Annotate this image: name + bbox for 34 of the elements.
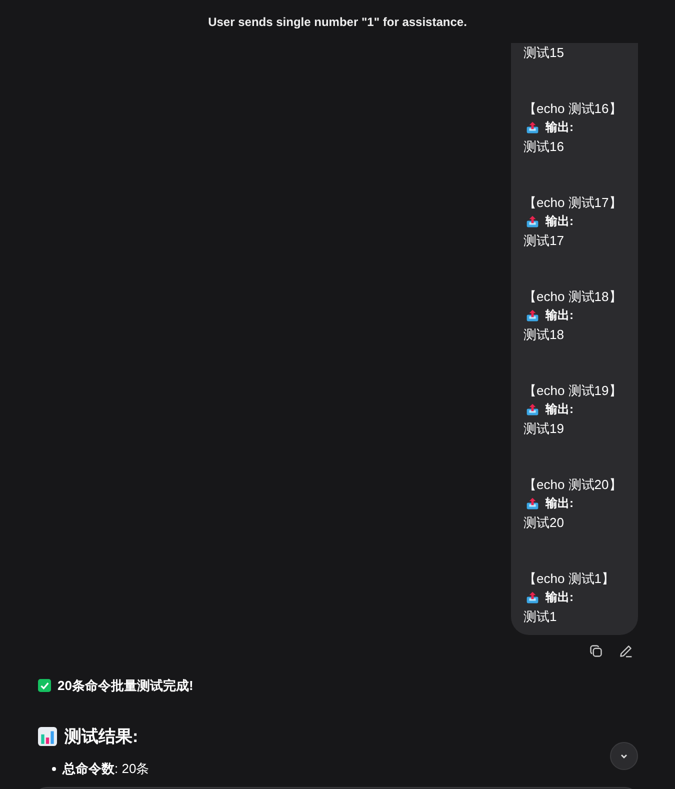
command-line: 【echo 测试17】 — [524, 194, 623, 212]
output-label: 输出: — [546, 589, 574, 606]
section-heading: 测试结果: — [64, 726, 138, 748]
output-label: 输出: — [546, 213, 574, 230]
outbox-tray-icon — [526, 215, 538, 228]
command-line: 【echo 测试19】 — [524, 382, 623, 400]
output-text: 测试15 — [524, 44, 565, 62]
output-text: 测试1 — [524, 608, 558, 626]
command-line: 【echo 测试16】 — [524, 100, 623, 118]
output-label: 输出: — [546, 495, 574, 512]
output-label: 输出: — [546, 119, 574, 136]
command-line: 【echo 测试18】 — [524, 288, 623, 306]
edit-icon[interactable] — [618, 644, 632, 658]
output-text: 测试17 — [524, 232, 565, 250]
outbox-tray-icon — [526, 497, 538, 510]
output-text: 测试20 — [524, 514, 565, 532]
outbox-tray-icon — [526, 121, 538, 134]
command-line: 【echo 测试1】 — [524, 570, 616, 588]
command-line: 【echo 测试20】 — [524, 476, 623, 494]
outbox-tray-icon — [526, 309, 538, 322]
check-icon — [38, 679, 50, 692]
outbox-tray-icon — [526, 591, 538, 604]
conversation-title: User sends single number "1" for assistance. — [208, 14, 467, 30]
bullet-icon — [52, 766, 56, 771]
output-label: 输出: — [546, 307, 574, 324]
output-label: 输出: — [546, 401, 574, 418]
output-text: 测试18 — [524, 326, 565, 344]
bar-chart-icon — [38, 726, 56, 746]
outbox-tray-icon — [526, 403, 538, 416]
output-text: 测试16 — [524, 138, 565, 156]
copy-icon[interactable] — [588, 644, 602, 658]
output-text: 测试19 — [524, 420, 565, 438]
result-item: 总命令数: 20条 — [62, 760, 150, 778]
status-message: 20条命令批量测试完成! — [58, 677, 194, 695]
